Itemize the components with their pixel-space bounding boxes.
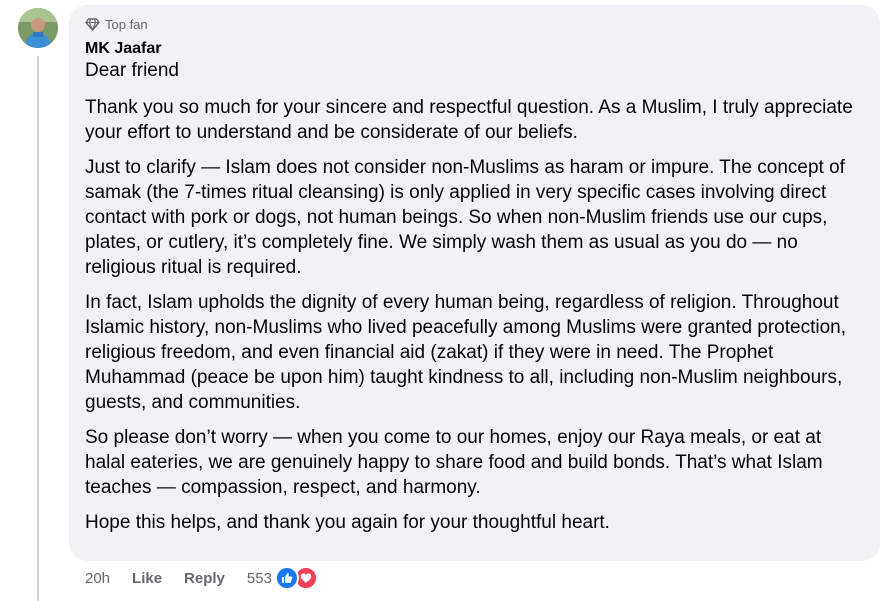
like-icon [274, 566, 299, 590]
badge-label: Top fan [105, 16, 148, 32]
comment-bubble: Top fan MK Jaafar Dear friend Thank you … [69, 5, 880, 561]
reply-button[interactable]: Reply [184, 570, 225, 587]
reaction-count: 553 [246, 569, 272, 587]
comment-paragraph: Just to clarify — Islam does not conside… [85, 157, 845, 278]
comment-greeting: Dear friend [85, 60, 179, 81]
avatar[interactable] [18, 8, 58, 48]
comment-actions: 20h Like Reply 553 [85, 566, 318, 590]
comment-paragraph: So please don’t worry — when you come to… [85, 427, 823, 498]
diamond-icon [85, 17, 100, 31]
thread-line [37, 56, 39, 601]
avatar-photo [18, 8, 58, 48]
like-button[interactable]: Like [132, 570, 162, 587]
reaction-summary[interactable]: 553 [247, 566, 318, 590]
author-name[interactable]: MK Jaafar [85, 39, 864, 59]
comment-paragraph: In fact, Islam upholds the dignity of ev… [85, 292, 847, 413]
comment-timestamp[interactable]: 20h [85, 570, 110, 587]
comment-paragraph: Thank you so much for your sincere and r… [85, 97, 853, 143]
top-fan-badge: Top fan [85, 15, 864, 33]
comment-paragraph: Hope this helps, and thank you again for… [85, 512, 610, 533]
